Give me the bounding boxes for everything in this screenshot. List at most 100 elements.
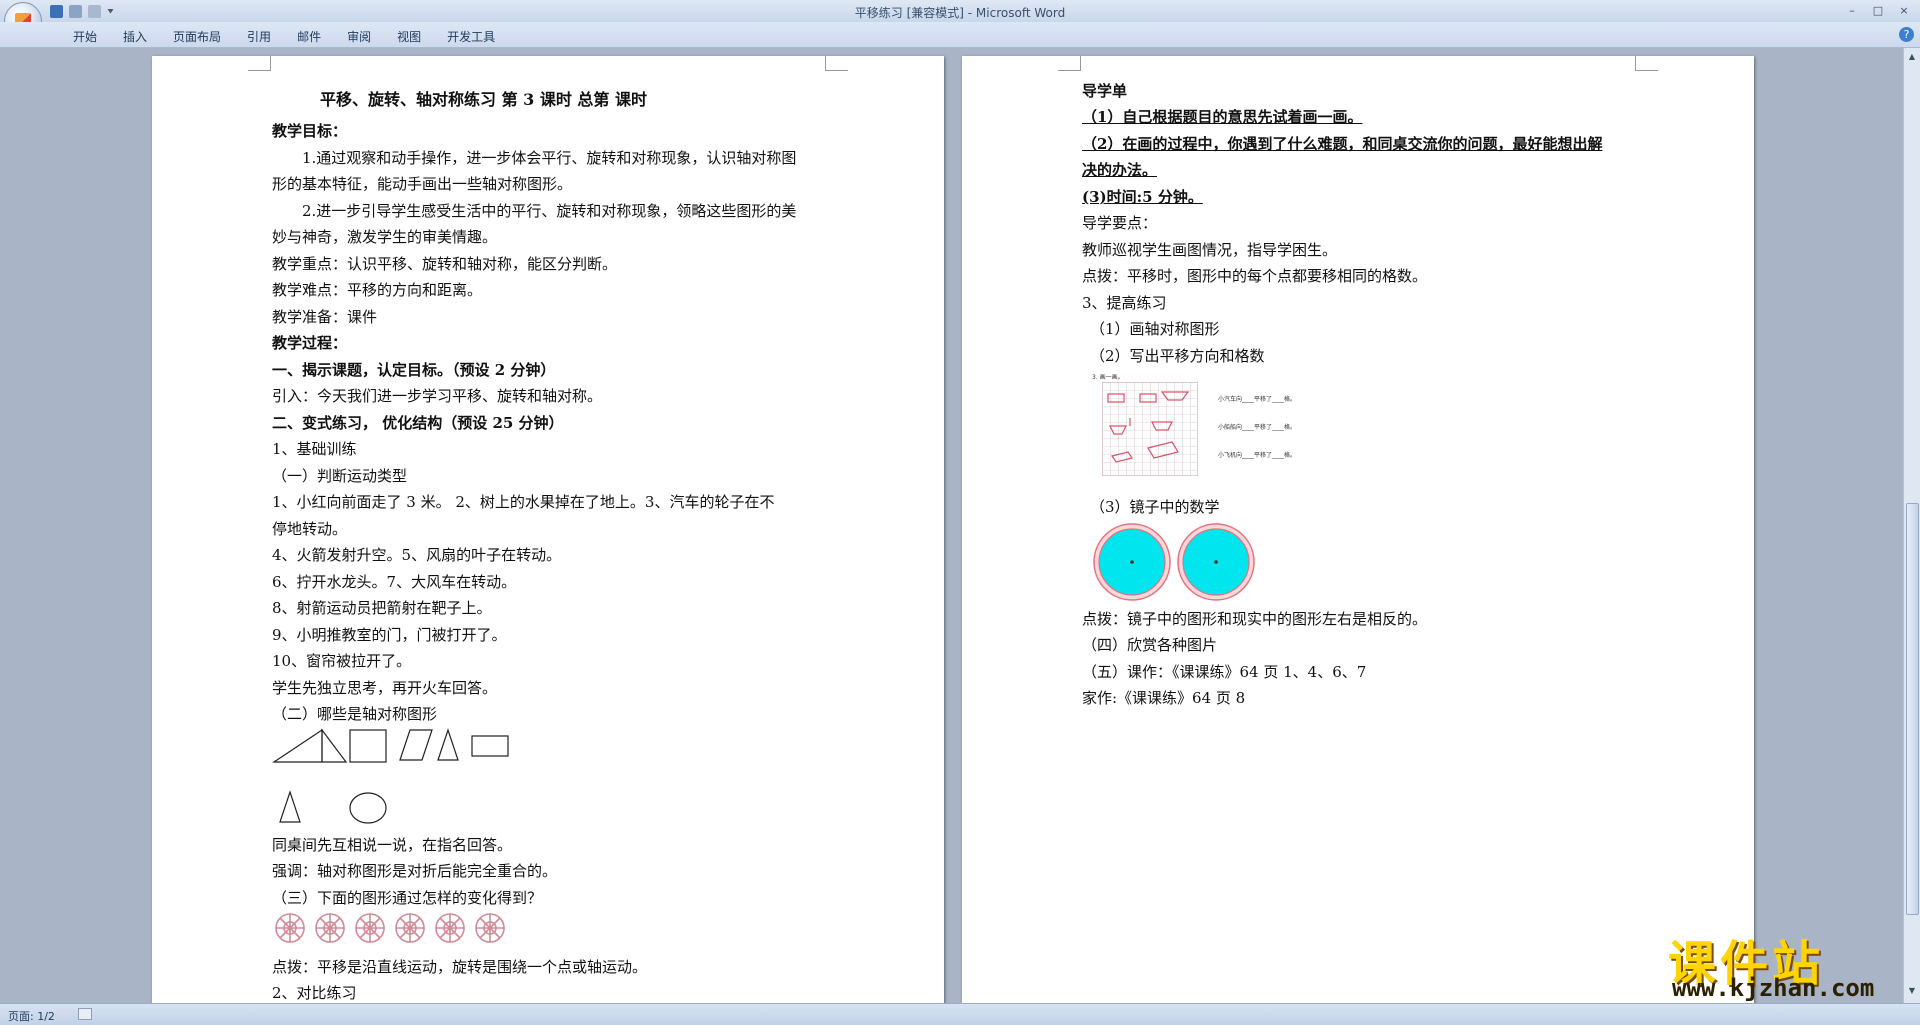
close-button[interactable]: ×: [1892, 2, 1916, 19]
shapes-figure: [272, 728, 509, 824]
right-triangle-shape: [321, 728, 348, 763]
parallelogram-shape: [399, 729, 433, 761]
paragraph: 1.通过观察和动手操作，进一步体会平行、旋转和对称现象，认识轴对称图: [302, 149, 797, 167]
tab-home[interactable]: 开始: [60, 28, 110, 45]
paragraph: 导学要点：: [1082, 214, 1158, 232]
tab-mailings[interactable]: 邮件: [284, 28, 334, 45]
paragraph: 停地转动。: [272, 520, 348, 538]
paragraph: 引入：今天我们进一步学习平移、旋转和轴对称。: [272, 387, 603, 405]
paragraph: （2）写出平移方向和格数: [1090, 347, 1265, 365]
paragraph: 教学目标：: [272, 122, 348, 140]
page-corner-mark: [248, 56, 271, 71]
tab-references[interactable]: 引用: [234, 28, 284, 45]
paragraph: 教学难点：平移的方向和距离。: [272, 281, 483, 299]
page-count[interactable]: 页面: 1/2: [8, 1008, 55, 1024]
watermark-url: www.kjzhan.com: [1672, 974, 1875, 1002]
tab-developer[interactable]: 开发工具: [434, 28, 508, 45]
paragraph: （1）自己根据题目的意思先试着画一画。: [1082, 108, 1363, 126]
window-controls: – □ ×: [1840, 2, 1916, 19]
title-bar: 平移练习 [兼容模式] - Microsoft Word – □ ×: [0, 0, 1920, 40]
tab-insert[interactable]: 插入: [110, 28, 160, 45]
flower-pattern-figure: [275, 913, 505, 943]
spelling-check-icon[interactable]: [78, 1008, 92, 1020]
paragraph: （四）欣赏各种图片: [1082, 636, 1218, 654]
paragraph: 10、窗帘被拉开了。: [272, 652, 412, 670]
paragraph: 二、变式练习， 优化结构（预设 25 分钟）: [272, 414, 564, 432]
tab-view[interactable]: 视图: [384, 28, 434, 45]
paragraph: 决的办法。: [1082, 161, 1158, 179]
page-corner-mark: [1635, 56, 1658, 71]
document-page-1[interactable]: 平移、旋转、轴对称练习 第 3 课时 总第 课时 教学目标： 1.通过观察和动手…: [152, 56, 944, 1003]
mirror-clock-icon: [1177, 523, 1255, 601]
ribbon-tabs: 开始 插入 页面布局 引用 邮件 审阅 视图 开发工具 ?: [0, 22, 1920, 48]
paragraph: 教学过程：: [272, 334, 348, 352]
grid-caption: 3. 画一画。: [1092, 374, 1124, 381]
triangle-shape: [437, 728, 459, 761]
translation-grid-figure: [1102, 382, 1198, 476]
page-corner-mark: [1058, 56, 1081, 71]
paragraph: 点拨：镜子中的图形和现实中的图形左右是相反的。: [1082, 610, 1428, 628]
paragraph: 3、提高练习: [1082, 294, 1167, 312]
paragraph: 2、对比练习: [272, 984, 357, 1002]
status-bar: 页面: 1/2: [0, 1003, 1920, 1025]
paragraph: 形的基本特征，能动手画出一些轴对称图形。: [272, 175, 573, 193]
page-title: 平移、旋转、轴对称练习 第 3 课时 总第 课时: [320, 90, 647, 109]
flower-pattern-2: [315, 913, 345, 943]
paragraph: 点拨：平移时，图形中的每个点都要移相同的格数。: [1082, 267, 1428, 285]
scroll-up-icon[interactable]: ▲: [1907, 52, 1917, 62]
paragraph: （五）课作：《课课练》64 页 1、4、6、7: [1082, 663, 1367, 681]
scrollbar-thumb[interactable]: [1906, 503, 1919, 915]
paragraph: 6、拧开水龙头。7、大风车在转动。: [272, 573, 517, 591]
maximize-button[interactable]: □: [1866, 2, 1890, 19]
clock-icon: [1093, 523, 1171, 601]
paragraph: 4、火箭发射升空。5、风扇的叶子在转动。: [272, 546, 562, 564]
square-shape: [349, 729, 387, 763]
document-workspace[interactable]: 平移、旋转、轴对称练习 第 3 课时 总第 课时 教学目标： 1.通过观察和动手…: [0, 48, 1903, 1003]
paragraph: 8、射箭运动员把箭射在靶子上。: [272, 599, 492, 617]
grid-row-label: 小飞机向____平移了____格。: [1218, 452, 1297, 459]
paragraph: (3)时间:5 分钟。: [1082, 188, 1203, 206]
flower-pattern-5: [435, 913, 465, 943]
paragraph: （二）哪些是轴对称图形: [272, 705, 438, 723]
document-page-2[interactable]: 导学单 （1）自己根据题目的意思先试着画一画。 （2）在画的过程中，你遇到了什么…: [962, 56, 1754, 1003]
paragraph: 学生先独立思考，再开火车回答。: [272, 679, 498, 697]
help-icon[interactable]: ?: [1899, 27, 1914, 42]
paragraph: 1、基础训练: [272, 440, 357, 458]
rectangle-shape: [471, 735, 509, 757]
flower-pattern-1: [275, 913, 305, 943]
paragraph: 教学重点：认识平移、旋转和轴对称，能区分判断。: [272, 255, 618, 273]
paragraph: 2.进一步引导学生感受生活中的平行、旋转和对称现象，领略这些图形的美: [302, 202, 797, 220]
triangle-shape: [272, 728, 323, 763]
paragraph: （1）画轴对称图形: [1090, 320, 1220, 338]
minimize-button[interactable]: –: [1840, 2, 1864, 19]
paragraph: 同桌间先互相说一说，在指名回答。: [272, 836, 513, 854]
grid-row-label: 小船船向____平移了____格。: [1218, 424, 1297, 431]
vertical-scrollbar[interactable]: ▲ ▼: [1903, 48, 1920, 1003]
flower-pattern-6: [475, 913, 505, 943]
paragraph: （一）判断运动类型: [272, 467, 408, 485]
paragraph: 导学单: [1082, 82, 1128, 100]
paragraph: 教学准备：课件: [272, 308, 378, 326]
paragraph: （三）下面的图形通过怎样的变化得到？: [272, 889, 543, 907]
paragraph: 9、小明推教室的门，门被打开了。: [272, 626, 507, 644]
paragraph: 家作:《课课练》64 页 8: [1082, 689, 1246, 707]
ellipse-shape: [349, 792, 387, 824]
tab-page-layout[interactable]: 页面布局: [160, 28, 234, 45]
window-title: 平移练习 [兼容模式] - Microsoft Word: [854, 6, 1066, 20]
paragraph: 一、揭示课题，认定目标。（预设 2 分钟）: [272, 361, 556, 379]
paragraph: 点拨：平移是沿直线运动，旋转是围绕一个点或轴运动。: [272, 958, 648, 976]
paragraph: 1、小红向前面走了 3 米。 2、树上的水果掉在了地上。3、汽车的轮子在不: [272, 493, 775, 511]
scroll-down-icon[interactable]: ▼: [1907, 986, 1917, 996]
paragraph: （3）镜子中的数学: [1090, 498, 1220, 516]
paragraph: 妙与神奇，激发学生的审美情趣。: [272, 228, 498, 246]
paragraph: 教师巡视学生画图情况，指导学困生。: [1082, 241, 1338, 259]
flower-pattern-3: [355, 913, 385, 943]
isosceles-triangle-shape: [279, 790, 301, 823]
mirror-clocks-figure: [1093, 523, 1255, 601]
paragraph: 强调：轴对称图形是对折后能完全重合的。: [272, 862, 558, 880]
page-corner-mark: [825, 56, 848, 71]
flower-pattern-4: [395, 913, 425, 943]
paragraph: （2）在画的过程中，你遇到了什么难题，和同桌交流你的问题，最好能想出解: [1082, 135, 1603, 153]
tab-review[interactable]: 审阅: [334, 28, 384, 45]
grid-row-label: 小汽车向____平移了____格。: [1218, 396, 1297, 403]
